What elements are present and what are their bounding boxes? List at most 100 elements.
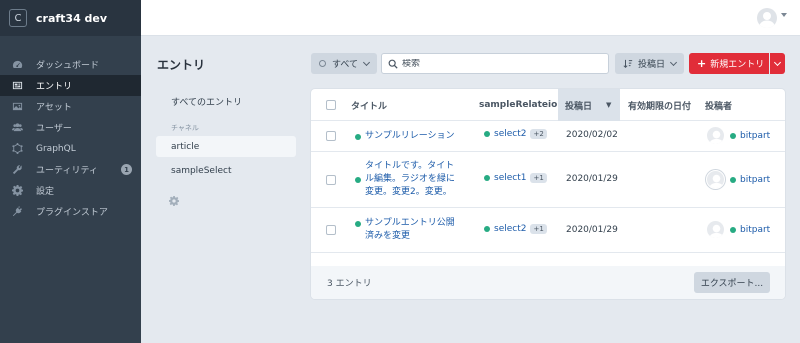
source-sample-select[interactable]: sampleSelect [156,160,296,181]
status-live-icon [484,131,490,137]
select-all-cell [326,89,346,121]
sort-button[interactable]: 投稿日 [615,53,684,74]
entries-table: タイトル sampleRelateion 投稿日 ▼ 有効期限の日付 投稿者 サ… [311,89,785,299]
global-sidebar: C craft34 dev ダッシュボード エントリ アセット ユーザー Gra… [0,0,141,343]
row-select-cell [326,131,336,141]
status-filter-button[interactable]: すべて [311,53,377,74]
export-button[interactable]: エクスポート... [694,272,770,293]
status-live-icon [484,175,490,181]
column-post-date-label: 投稿日 [565,101,593,112]
newspaper-icon [11,80,23,92]
relation-cell: select2 +1 [484,224,547,234]
author-link[interactable]: bitpart [740,225,770,235]
author-avatar [706,220,725,239]
wrench-icon [11,164,23,176]
entry-title-line: タイトルです。タイト [365,161,455,171]
plug-icon [11,206,23,218]
select-all-checkbox[interactable] [326,100,336,110]
new-entry-button[interactable]: + 新規エントリ [689,53,769,74]
user-icon [759,12,775,28]
search-field[interactable] [381,53,609,74]
gauge-icon [11,59,23,71]
relation-more-badge[interactable]: +1 [530,173,547,183]
status-live-icon [355,133,361,140]
status-all-icon [319,60,326,67]
user-icon [709,224,724,238]
sidebar-item-plugin-store[interactable]: プラグインストア [0,201,141,222]
post-date-cell: 2020/01/29 [566,174,618,184]
sidebar-item-label: ユーティリティ [36,166,98,176]
author-avatar [706,126,725,145]
user-icon [709,174,724,188]
entry-title-link[interactable]: タイトルです。タイト ル編集。ラジオを緑に 変更。変更2。変更。 [365,160,455,199]
graphql-icon [11,143,23,155]
users-icon [11,122,23,134]
sidebar-item-label: ダッシュボード [36,61,100,71]
author-link[interactable]: bitpart [740,175,770,185]
sidebar-item-users[interactable]: ユーザー [0,117,141,138]
chevron-down-icon [669,58,678,66]
user-avatar[interactable] [757,8,777,28]
post-date-cell: 2020/02/02 [566,130,618,140]
new-entry-menu-button[interactable] [770,53,785,74]
sidebar-nav: ダッシュボード エントリ アセット ユーザー GraphQL ユーティリティ 1… [0,54,141,222]
table-row[interactable]: サンプルエントリ公開 済みを変更 select2 +1 2020/01/29 b… [311,208,785,253]
entry-count: 3 エントリ [327,279,372,289]
status-live-icon [355,221,361,227]
source-heading-channels: チャネル [171,124,199,132]
sidebar-item-dashboard[interactable]: ダッシュボード [0,54,141,75]
search-icon [388,59,398,69]
title-cell: サンプルエントリ公開 済みを変更 [355,217,455,243]
chevron-down-icon [362,58,371,66]
relation-more-badge[interactable]: +1 [530,224,547,234]
title-cell: タイトルです。タイト ル編集。ラジオを緑に 変更。変更2。変更。 [355,160,455,199]
entry-title-link[interactable]: サンプルエントリ公開 済みを変更 [365,217,455,243]
site-logo: C [9,9,27,27]
row-checkbox[interactable] [326,131,336,141]
column-relation[interactable]: sampleRelateion [479,89,564,121]
new-entry-label: 新規エントリ [710,60,765,70]
relation-link[interactable]: select2 [494,224,526,234]
relation-link[interactable]: select1 [494,173,526,183]
entry-title-line: ル編集。ラジオを緑に [365,174,455,184]
customize-sources-gear-icon[interactable] [169,196,179,206]
author-avatar [706,170,725,189]
source-all-entries[interactable]: すべてのエントリ [156,91,296,112]
entry-title-line: 済みを変更 [365,231,411,241]
column-title[interactable]: タイトル [351,89,387,121]
column-expiry-date[interactable]: 有効期限の日付 [628,89,691,121]
sidebar-item-entries[interactable]: エントリ [0,75,141,96]
column-author[interactable]: 投稿者 [705,89,732,121]
relation-more-badge[interactable]: +2 [530,129,547,139]
page-title: エントリ [157,58,206,72]
relation-link[interactable]: select2 [494,129,526,139]
sidebar-item-utilities[interactable]: ユーティリティ 1 [0,159,141,180]
entry-title-link[interactable]: サンプルリレーション [365,130,455,143]
user-icon [709,130,724,144]
sidebar-item-settings[interactable]: 設定 [0,180,141,201]
site-name: craft34 dev [36,11,108,25]
status-filter-label: すべて [332,60,359,70]
entry-title-line: 変更。変更2。変更。 [365,187,452,197]
sidebar-item-label: ユーザー [36,124,72,134]
title-cell: サンプルリレーション [355,130,455,143]
table-row[interactable]: サンプルリレーション select2 +2 2020/02/02 bitpart [311,121,785,152]
plus-icon: + [697,57,707,70]
site-header[interactable]: C craft34 dev [0,0,141,36]
row-checkbox[interactable] [326,225,336,235]
author-link[interactable]: bitpart [740,131,770,141]
post-date-cell: 2020/01/29 [566,225,618,235]
author-cell: bitpart [706,170,770,189]
source-article[interactable]: article [156,136,296,157]
row-select-cell [326,175,336,185]
sidebar-item-graphql[interactable]: GraphQL [0,138,141,159]
chevron-down-icon[interactable] [781,13,787,17]
row-checkbox[interactable] [326,175,336,185]
status-live-icon [355,177,361,183]
search-input[interactable] [402,58,592,69]
gear-icon [11,185,23,197]
column-post-date[interactable]: 投稿日 ▼ [558,89,620,121]
table-row[interactable]: タイトルです。タイト ル編集。ラジオを緑に 変更。変更2。変更。 select1… [311,152,785,208]
author-status-icon [730,226,736,233]
sidebar-item-assets[interactable]: アセット [0,96,141,117]
